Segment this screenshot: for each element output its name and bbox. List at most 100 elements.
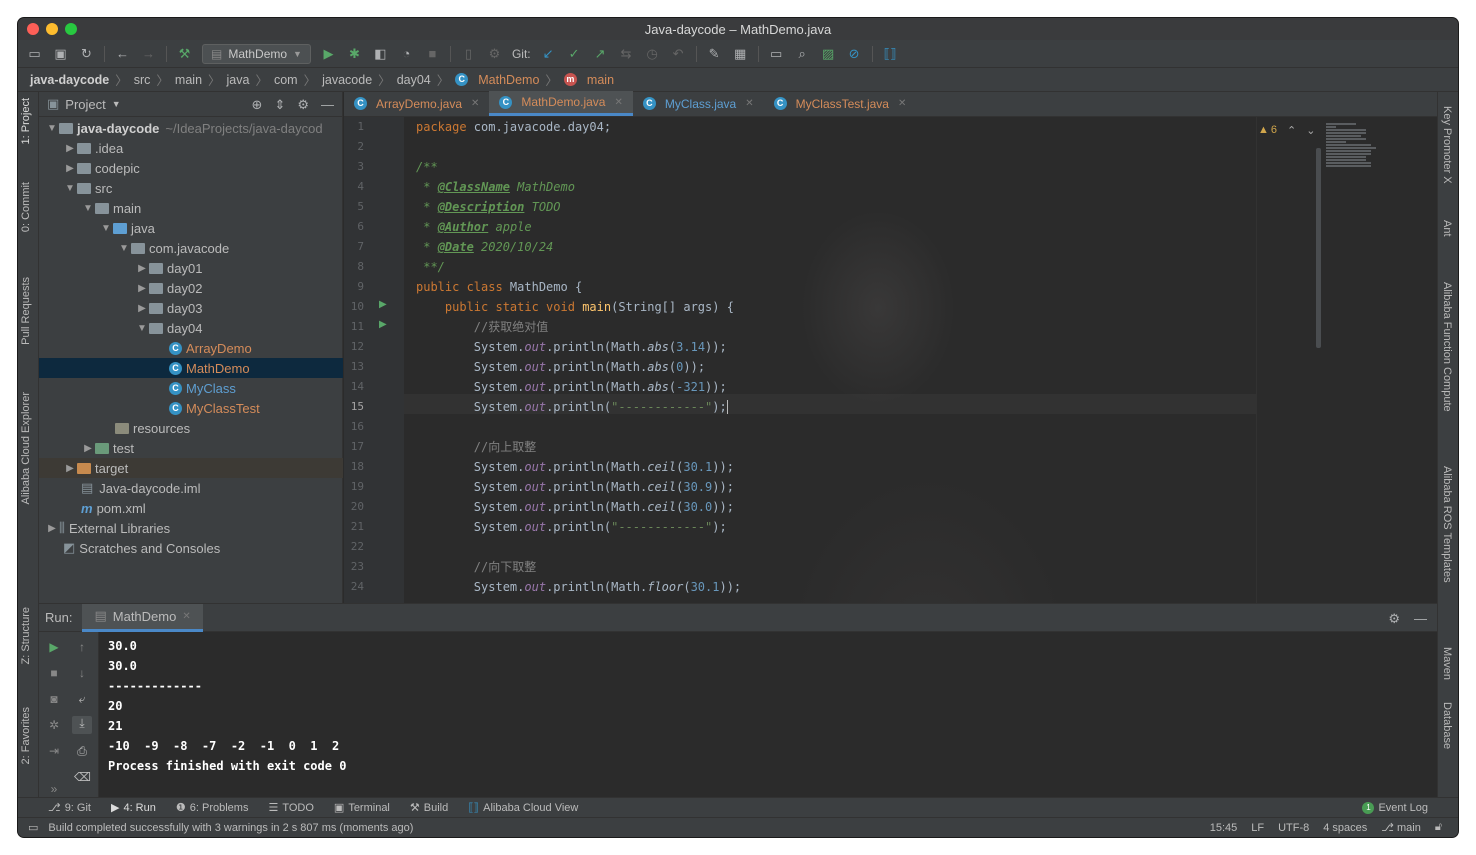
wrench-icon[interactable]: ✎ — [706, 46, 723, 62]
event-log-button[interactable]: 1 Event Log — [1362, 801, 1428, 814]
tree-item-resources[interactable]: resources — [39, 418, 343, 438]
tree-item-main[interactable]: ▼ main — [39, 198, 343, 218]
disable-icon[interactable]: ⊘ — [846, 46, 863, 62]
project-panel-title[interactable]: Project — [65, 97, 105, 112]
editor-scrollbar[interactable] — [1316, 148, 1321, 348]
tool-tab-alibaba-cloud-explorer[interactable]: Alibaba Cloud Explorer — [20, 392, 32, 505]
file-encoding[interactable]: UTF-8 — [1278, 822, 1309, 834]
soft-wrap-icon[interactable]: ⤶ — [74, 692, 90, 707]
collapse-all-icon[interactable]: ⇕ — [274, 97, 285, 113]
scroll-to-end-icon[interactable]: ⤓ — [72, 716, 92, 734]
tree-item-my-class-test[interactable]: C MyClassTest — [39, 398, 343, 418]
chevron-right-icon[interactable]: ▶ — [45, 523, 59, 534]
tab-my-class[interactable]: C MyClass.java ✕ — [633, 91, 764, 116]
breadcrumb-item[interactable]: day04 — [397, 73, 431, 87]
alibaba-cloud-icon[interactable]: ⟦⟧ — [882, 46, 899, 62]
tool-tab-structure[interactable]: Z: Structure — [20, 607, 32, 664]
rollback-icon[interactable]: ↶ — [670, 46, 687, 62]
project-structure-icon[interactable]: ▦ — [732, 46, 749, 62]
code-minimap[interactable] — [1326, 122, 1416, 282]
git-update-icon[interactable]: ↙ — [540, 46, 557, 62]
gear-icon[interactable]: ⚙ — [1388, 611, 1400, 627]
tree-item-math-demo[interactable]: C MathDemo — [39, 358, 343, 378]
close-window-button[interactable] — [27, 23, 39, 35]
bottom-tab-terminal[interactable]: ▣ Terminal — [334, 801, 390, 815]
exit-icon[interactable]: ⇥ — [46, 744, 62, 758]
bottom-tab-build[interactable]: ⚒ Build — [410, 801, 448, 815]
chevron-down-icon[interactable]: ▼ — [45, 123, 59, 134]
tree-item-day04[interactable]: ▼ day04 — [39, 318, 343, 338]
breadcrumb-item[interactable]: main — [587, 73, 614, 87]
chevron-right-icon[interactable]: ▶ — [63, 143, 77, 154]
debug-icon[interactable]: ✱ — [346, 46, 363, 62]
lock-icon[interactable]: 🔓︎ — [1435, 821, 1442, 834]
breadcrumb-item[interactable]: javacode — [322, 73, 372, 87]
code-editor[interactable]: package com.javacode.day04; /** * @Class… — [404, 117, 1256, 603]
console-output[interactable]: 30.0 30.0 ------------- 20 21 -10 -9 -8 … — [105, 632, 1437, 798]
locate-icon[interactable]: ⊕ — [252, 97, 263, 113]
tree-item-package[interactable]: ▼ com.javacode — [39, 238, 343, 258]
open-folder-icon[interactable]: ▭ — [26, 46, 43, 62]
zoom-window-button[interactable] — [65, 23, 77, 35]
stop-icon[interactable]: ■ — [424, 46, 441, 61]
more-icon[interactable]: » — [46, 782, 62, 796]
tree-item-day02[interactable]: ▶ day02 — [39, 278, 343, 298]
breadcrumb-item[interactable]: main — [175, 73, 202, 87]
back-icon[interactable]: ← — [114, 46, 131, 61]
build-hammer-icon[interactable]: ⚒ — [176, 46, 193, 62]
sync-settings-icon[interactable]: ⚙ — [486, 46, 503, 62]
run-configuration-select[interactable]: ▤ MathDemo ▼ — [202, 43, 311, 64]
tree-item-codepic[interactable]: ▶ codepic — [39, 158, 343, 178]
run-method-icon[interactable]: ▶ — [379, 319, 387, 330]
tree-item-test[interactable]: ▶ test — [39, 438, 343, 458]
breadcrumb-item[interactable]: com — [274, 73, 298, 87]
close-icon[interactable]: ✕ — [614, 97, 622, 108]
chevron-up-icon[interactable]: ⌃ — [1287, 124, 1296, 137]
forward-icon[interactable]: → — [140, 46, 157, 61]
tree-item-external-libraries[interactable]: ▶ ⫼ External Libraries — [39, 518, 343, 538]
git-compare-icon[interactable]: ⇆ — [618, 46, 635, 62]
run-icon[interactable]: ▶ — [320, 46, 337, 62]
chevron-down-icon[interactable]: ▼ — [135, 323, 149, 334]
tree-item-my-class[interactable]: C MyClass — [39, 378, 343, 398]
save-icon[interactable]: ▣ — [52, 46, 69, 62]
close-icon[interactable]: ✕ — [898, 98, 906, 109]
close-icon[interactable]: ✕ — [182, 611, 190, 622]
profile-icon[interactable]: ◔ — [398, 46, 415, 61]
chevron-down-icon[interactable]: ▼ — [81, 203, 95, 214]
activity-monitor-icon[interactable]: ▨ — [820, 46, 837, 62]
bottom-tab-run[interactable]: ▶ 4: Run — [111, 801, 156, 815]
chevron-down-icon[interactable]: ⌄ — [1306, 124, 1315, 137]
bottom-tab-git[interactable]: ⎇ 9: Git — [48, 801, 91, 815]
indent-setting[interactable]: 4 spaces — [1323, 822, 1367, 834]
chevron-right-icon[interactable]: ▶ — [63, 463, 77, 474]
tree-item-java[interactable]: ▼ java — [39, 218, 343, 238]
stop-icon[interactable]: ■ — [46, 666, 62, 680]
sync-icon[interactable]: ↻ — [78, 46, 95, 62]
bottom-tab-alibaba-cloud-view[interactable]: ⟦⟧ Alibaba Cloud View — [468, 801, 578, 815]
minimize-window-button[interactable] — [46, 23, 58, 35]
attach-icon[interactable]: ▯ — [460, 46, 477, 62]
tree-item-idea[interactable]: ▶ .idea — [39, 138, 343, 158]
coverage-icon[interactable]: ◧ — [372, 46, 389, 62]
caret-position[interactable]: 15:45 — [1210, 822, 1238, 834]
chevron-down-icon[interactable]: ▼ — [117, 243, 131, 254]
tool-tab-project[interactable]: 1: Project — [20, 98, 32, 144]
rerun-icon[interactable]: ▶ — [46, 640, 62, 654]
tree-item-day01[interactable]: ▶ day01 — [39, 258, 343, 278]
tree-item-scratches[interactable]: ◩ Scratches and Consoles — [39, 538, 343, 558]
toggle-panels-icon[interactable]: ▭ — [28, 821, 38, 834]
tree-item-src[interactable]: ▼ src — [39, 178, 343, 198]
breadcrumb-item[interactable]: java — [227, 73, 250, 87]
breadcrumb-item[interactable]: src — [134, 73, 151, 87]
print-icon[interactable]: ⎙ — [74, 744, 90, 759]
close-icon[interactable]: ✕ — [471, 98, 479, 109]
trash-icon[interactable]: ⌫ — [74, 770, 91, 784]
tool-tab-favorites[interactable]: 2: Favorites — [20, 707, 32, 764]
chevron-right-icon[interactable]: ▶ — [135, 283, 149, 294]
tab-math-demo[interactable]: C MathDemo.java ✕ — [489, 91, 633, 116]
chevron-down-icon[interactable]: ▼ — [63, 183, 77, 194]
chevron-right-icon[interactable]: ▶ — [81, 443, 95, 454]
tool-tab-commit[interactable]: 0: Commit — [20, 182, 32, 232]
scroll-down-icon[interactable]: ↓ — [74, 666, 90, 680]
